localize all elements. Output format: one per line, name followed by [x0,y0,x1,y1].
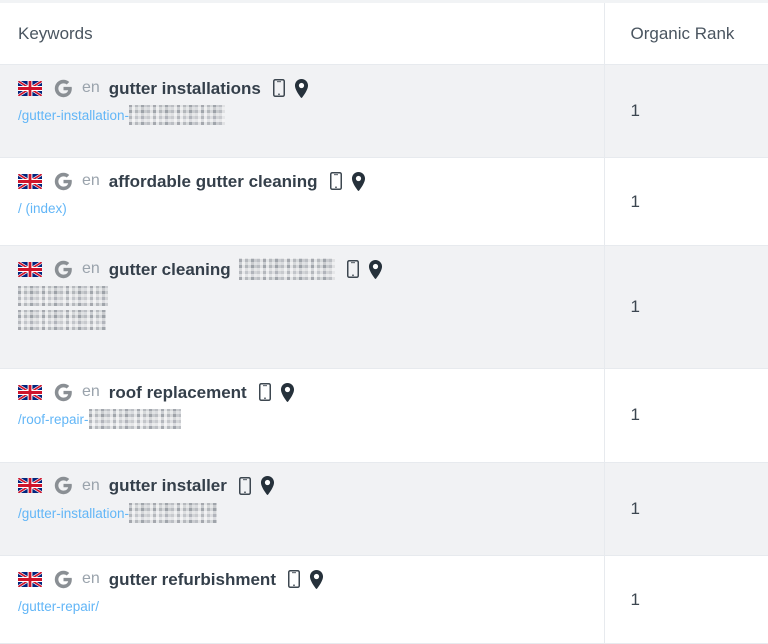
column-header-organic-rank[interactable]: Organic Rank [603,1,768,65]
gb-flag-icon [18,173,42,189]
table-row[interactable]: en gutter cleaning 1 [0,245,768,370]
google-g-icon [54,260,72,279]
table-row[interactable]: en affordable gutter cleaning / (index) 1 [0,157,768,247]
organic-rank-value: 1 [630,589,640,609]
redacted-url-block [18,286,108,307]
map-pin-icon [260,476,274,496]
keyword-line: en gutter cleaning [18,258,604,281]
url-text[interactable]: / (index) [18,201,67,217]
map-pin-icon [351,171,365,191]
keyword-text[interactable]: gutter installations [109,80,261,97]
table-row[interactable]: en roof replacement/roof-repair- 1 [0,368,768,463]
map-pin-icon [294,78,308,98]
table-body: en gutter installations/gutter-installati… [0,64,768,644]
map-pin-icon [280,382,294,402]
url-line: /gutter-repair/ [18,599,604,615]
url-text[interactable]: /gutter-installation- [18,108,129,124]
mobile-icon [272,79,285,97]
language-code: en [82,383,100,401]
url-line [18,286,604,309]
organic-rank-value: 1 [630,297,640,317]
table-row[interactable]: en gutter installer/gutter-installation- 1 [0,462,768,557]
gb-flag-icon [18,478,42,494]
language-code: en [82,260,100,278]
keyword-cell: en affordable gutter cleaning / (index) [0,157,604,247]
mobile-icon [258,383,271,402]
table-row[interactable]: en gutter installations/gutter-installati… [0,64,768,159]
organic-rank-cell: 1 [603,368,768,463]
mobile-icon [329,172,342,191]
organic-rank-cell: 1 [603,64,768,159]
redacted-url-block [88,409,181,430]
keyword-line: en gutter installations [18,77,604,99]
column-header-keywords[interactable]: Keywords [0,1,604,65]
keywords-rank-table: Keywords Organic Rank en gutter installat… [0,0,768,644]
mobile-icon [287,570,300,589]
keyword-text[interactable]: gutter cleaning [109,261,231,278]
keyword-line: en roof replacement [18,381,604,403]
keyword-cell: en gutter installations/gutter-installati… [0,64,604,159]
google-g-icon [54,570,72,588]
keyword-text[interactable]: roof replacement [109,384,247,401]
google-g-icon [54,476,72,495]
google-g-icon [54,172,72,191]
table-header: Keywords Organic Rank [0,1,768,65]
organic-rank-value: 1 [630,498,640,518]
keyword-cell: en gutter refurbishment/gutter-repair/ [0,555,604,644]
google-g-icon [54,79,72,97]
redacted-url-block [129,105,226,125]
url-line: /gutter-installation- [18,502,604,526]
gb-flag-icon [18,80,42,96]
url-text[interactable]: /gutter-installation- [18,506,129,522]
keyword-line: en gutter installer [18,475,604,497]
url-text[interactable]: /gutter-repair/ [18,599,99,615]
gb-flag-icon [18,571,42,587]
url-line-secondary [18,310,604,333]
keyword-line: en affordable gutter cleaning [18,170,604,192]
redacted-keyword-block [238,258,335,281]
redacted-url-block [129,502,218,523]
keyword-cell: en roof replacement/roof-repair- [0,368,604,463]
organic-rank-value: 1 [630,405,640,425]
url-line: / (index) [18,201,604,217]
url-line: /gutter-installation- [18,105,604,128]
language-code: en [82,172,100,190]
keyword-cell: en gutter cleaning [0,245,604,370]
gb-flag-icon [18,261,42,277]
organic-rank-cell: 1 [603,157,768,247]
table-row[interactable]: en gutter refurbishment/gutter-repair/1 [0,555,768,644]
redacted-url-block [18,310,106,331]
language-code: en [82,79,100,96]
mobile-icon [346,260,359,279]
google-g-icon [54,383,72,401]
keyword-text[interactable]: affordable gutter cleaning [109,173,318,190]
keyword-cell: en gutter installer/gutter-installation- [0,462,604,557]
url-text[interactable]: /roof-repair- [18,412,89,428]
language-code: en [82,570,100,588]
keyword-line: en gutter refurbishment [18,568,604,590]
organic-rank-cell: 1 [603,555,768,644]
language-code: en [82,476,100,494]
mobile-icon [238,476,251,495]
map-pin-icon [368,259,382,279]
table-header-row: Keywords Organic Rank [0,1,768,65]
organic-rank-cell: 1 [603,462,768,557]
organic-rank-value: 1 [630,191,640,211]
url-line: /roof-repair- [18,409,604,432]
map-pin-icon [309,569,324,589]
organic-rank-value: 1 [630,101,640,121]
gb-flag-icon [18,384,42,400]
keyword-text[interactable]: gutter refurbishment [109,571,276,588]
organic-rank-cell: 1 [603,245,768,370]
keyword-text[interactable]: gutter installer [109,477,227,494]
